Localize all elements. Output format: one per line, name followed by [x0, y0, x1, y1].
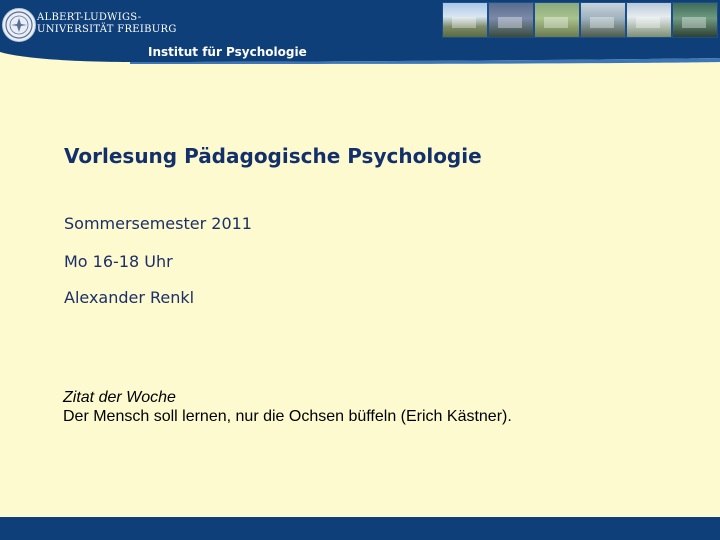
semester-text: Sommersemester 2011	[64, 214, 252, 233]
campus-photo	[673, 3, 717, 37]
university-seal-icon	[2, 8, 36, 42]
slide-header: ALBERT-LUDWIGS- UNIVERSITÄT FREIBURG Ins…	[0, 0, 720, 64]
footer-bar	[0, 517, 720, 540]
institute-label: Institut für Psychologie	[148, 45, 307, 59]
lecturer-name: Alexander Renkl	[64, 288, 195, 307]
university-name: ALBERT-LUDWIGS- UNIVERSITÄT FREIBURG	[37, 12, 177, 36]
campus-photo	[627, 3, 671, 37]
quote-text: Der Mensch soll lernen, nur die Ochsen b…	[63, 408, 512, 425]
campus-photo	[535, 3, 579, 37]
campus-photo	[443, 3, 487, 37]
schedule-text: Mo 16-18 Uhr	[64, 252, 173, 271]
university-name-line1: ALBERT-LUDWIGS-	[37, 12, 142, 23]
slide-title: Vorlesung Pädagogische Psychologie	[64, 144, 482, 168]
campus-photo-strip	[442, 2, 718, 38]
university-logo: ALBERT-LUDWIGS- UNIVERSITÄT FREIBURG	[2, 8, 176, 48]
campus-photo	[581, 3, 625, 37]
quote-heading: Zitat der Woche	[63, 389, 176, 406]
campus-photo	[489, 3, 533, 37]
university-name-line2: UNIVERSITÄT FREIBURG	[37, 24, 177, 35]
